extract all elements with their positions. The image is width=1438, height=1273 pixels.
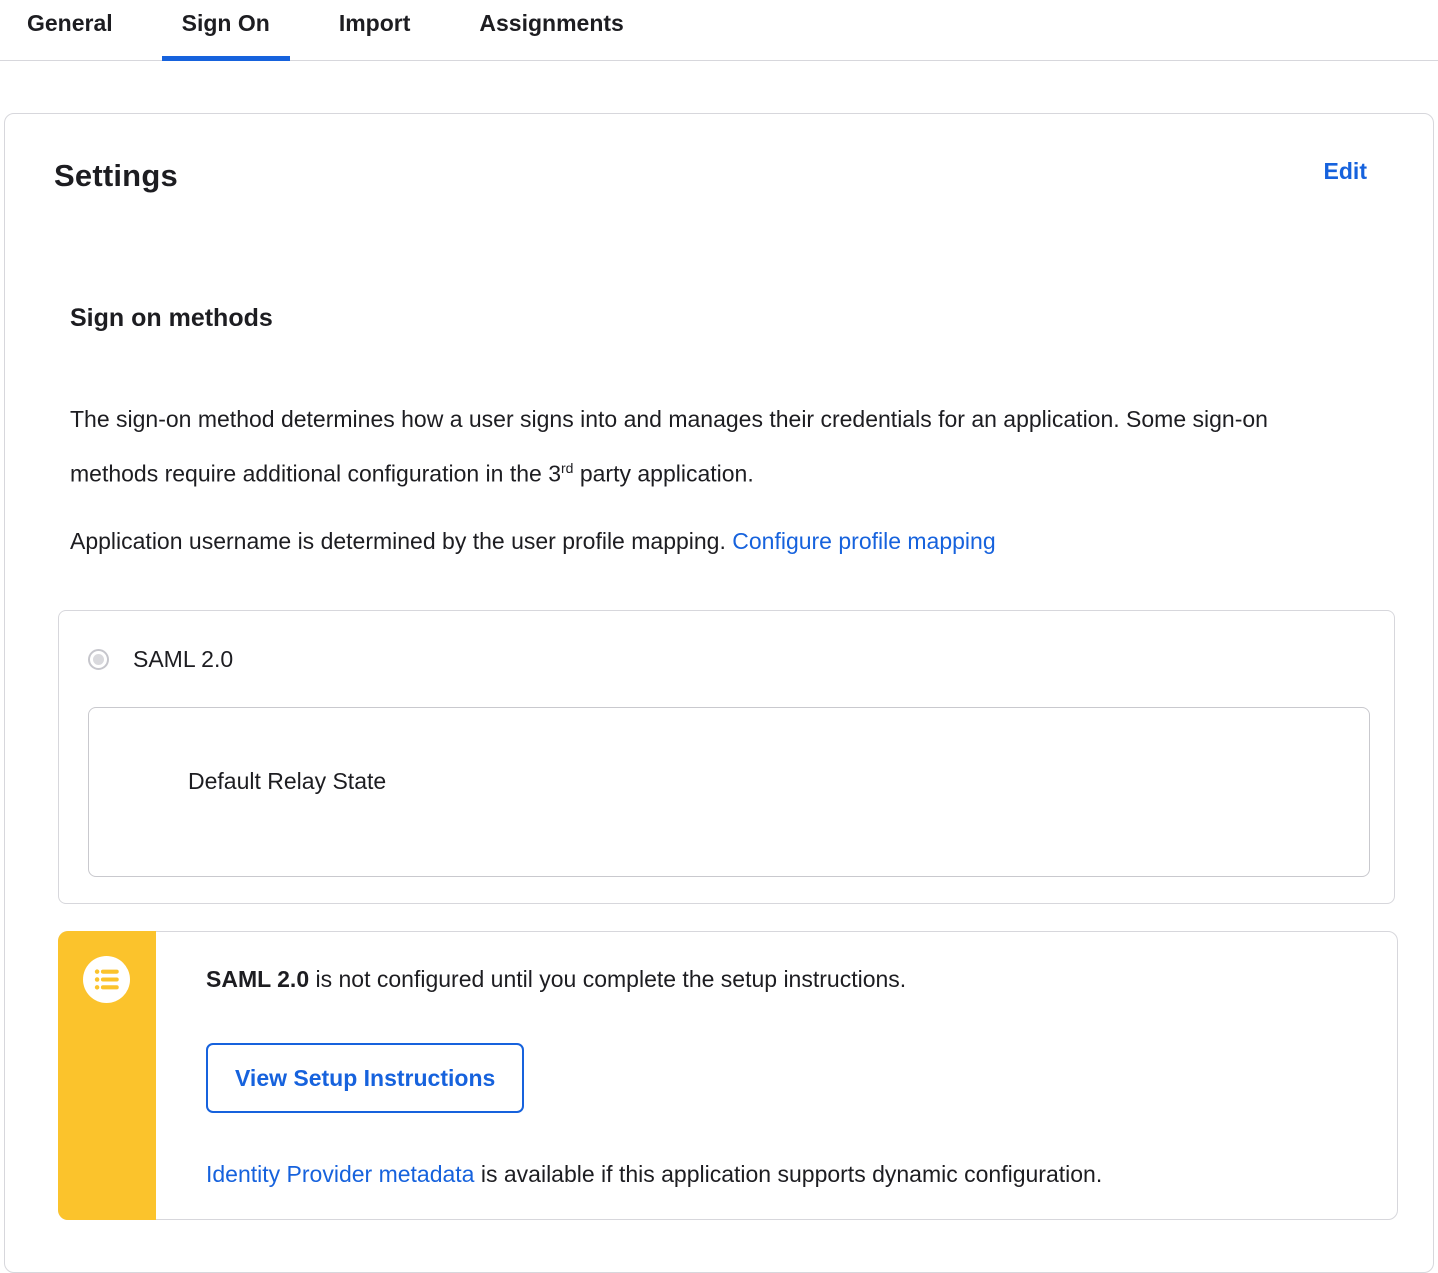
sign-on-methods-section: Sign on methods The sign-on method deter… (5, 304, 1433, 1220)
callout-message-bold: SAML 2.0 (206, 965, 310, 992)
sign-on-methods-heading: Sign on methods (70, 304, 273, 332)
sign-on-methods-description: The sign-on method determines how a user… (70, 395, 1300, 499)
username-mapping-line: Application username is determined by th… (70, 517, 1300, 566)
view-setup-instructions-button[interactable]: View Setup Instructions (206, 1042, 525, 1113)
saml-radio[interactable] (88, 648, 109, 670)
saml-option-box: SAML 2.0 Default Relay State (58, 609, 1395, 904)
app-tab-bar: General Sign On Import Assignments (0, 0, 1438, 61)
list-icon (83, 955, 130, 1003)
settings-card: Settings Edit Sign on methods The sign-o… (4, 113, 1434, 1273)
tab-import[interactable]: Import (319, 0, 431, 60)
relay-state-box: Default Relay State (88, 706, 1370, 877)
settings-title: Settings (54, 158, 178, 193)
configure-profile-mapping-link[interactable]: Configure profile mapping (732, 528, 995, 554)
description-text-end: party application. (573, 460, 754, 487)
identity-provider-metadata-link[interactable]: Identity Provider metadata (206, 1161, 474, 1187)
tab-assignments[interactable]: Assignments (459, 0, 643, 60)
description-superscript: rd (561, 460, 574, 476)
metadata-rest-text: is available if this application support… (474, 1160, 1103, 1187)
username-mapping-text: Application username is determined by th… (70, 527, 726, 554)
default-relay-state-label: Default Relay State (188, 767, 387, 794)
metadata-line: Identity Provider metadata is available … (206, 1160, 1357, 1188)
callout-message: SAML 2.0 is not configured until you com… (206, 965, 1357, 993)
callout-content: SAML 2.0 is not configured until you com… (156, 932, 1397, 1219)
tab-sign-on[interactable]: Sign On (161, 0, 291, 61)
saml-radio-row: SAML 2.0 (88, 646, 1370, 673)
caution-stripe (58, 930, 156, 1220)
callout-message-rest: is not configured until you complete the… (309, 965, 907, 992)
saml-radio-label: SAML 2.0 (133, 645, 234, 672)
edit-link[interactable]: Edit (1324, 158, 1367, 185)
saml-caution-callout: SAML 2.0 is not configured until you com… (58, 930, 1398, 1220)
tab-general[interactable]: General (7, 0, 133, 60)
settings-card-header: Settings Edit (5, 114, 1433, 194)
